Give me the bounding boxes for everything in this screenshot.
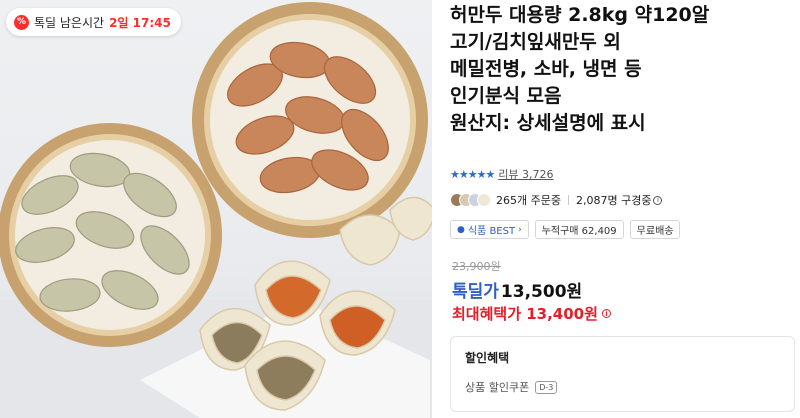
max-benefit-price: 최대혜택가 13,400원 [452, 305, 598, 323]
original-price: 23,900원 [452, 260, 501, 273]
badge-row: ● 식품 BEST › 누적구매 62,409 무료배송 [450, 220, 681, 239]
cumulative-purchase-badge: 누적구매 62,409 [534, 220, 624, 239]
review-count-link[interactable]: 리뷰 3,726 [498, 166, 553, 182]
deal-price-row: 톡딜가 13,500원 [452, 277, 582, 302]
deal-timer-value: 2일 17:45 [109, 15, 171, 30]
star-rating-icon: ★★★★★ [450, 167, 495, 181]
food-best-badge[interactable]: ● 식품 BEST › [450, 220, 529, 239]
orders-count: 265개 주문중 [496, 194, 561, 207]
divider [567, 195, 569, 205]
percent-icon: % [14, 14, 29, 30]
rating-row: ★★★★★ 리뷰 3,726 [450, 166, 554, 182]
discount-benefits-box[interactable]: 할인혜택 상품 할인쿠폰 D-3 [450, 336, 795, 412]
chevron-right-icon: › [518, 224, 522, 235]
discount-title: 할인혜택 [465, 351, 510, 365]
coupon-row: 상품 할인쿠폰 D-3 [465, 379, 780, 395]
viewers-count: 2,087명 구경중 [575, 194, 652, 207]
max-benefit-price-row: 최대혜택가 13,400원 i [452, 303, 611, 324]
title-line: 허만두 대용량 2.8kg 약120알 [450, 4, 710, 26]
deal-price-value: 13,500원 [500, 282, 583, 302]
coupon-dday-badge: D-3 [535, 380, 558, 394]
product-image[interactable]: % 톡딜 남은시간 2일 17:45 [0, 0, 432, 418]
product-title: 허만두 대용량 2.8kg 약120알 고기/김치잎새만두 외 메밀전병, 소바… [450, 2, 709, 137]
product-page: % 톡딜 남은시간 2일 17:45 허만두 대용량 2.8kg 약120알 고… [0, 0, 800, 418]
deal-timer-label: 톡딜 남은시간 [34, 15, 105, 30]
avatar [477, 193, 491, 207]
flame-icon: ● [457, 224, 465, 235]
coupon-label: 상품 할인쿠폰 [465, 381, 530, 394]
title-line: 인기분식 모음 [450, 85, 562, 107]
buyer-avatars [450, 193, 491, 207]
social-proof-row: 265개 주문중 2,087명 구경중 i [450, 192, 663, 208]
product-info: 허만두 대용량 2.8kg 약120알 고기/김치잎새만두 외 메밀전병, 소바… [450, 0, 795, 418]
food-best-label: 식품 BEST [467, 226, 516, 237]
title-line: 고기/김치잎새만두 외 [450, 31, 621, 53]
deal-timer-pill: % 톡딜 남은시간 2일 17:45 [6, 8, 181, 36]
free-shipping-badge: 무료배송 [629, 220, 681, 239]
title-line: 원산지: 상세설명에 표시 [450, 112, 646, 134]
info-icon[interactable]: i [653, 195, 663, 205]
info-icon[interactable]: i [601, 309, 611, 318]
title-line: 메밀전병, 소바, 냉면 등 [450, 58, 642, 80]
deal-price-label: 톡딜가 [452, 282, 499, 302]
dumpling-photo [0, 2, 432, 418]
